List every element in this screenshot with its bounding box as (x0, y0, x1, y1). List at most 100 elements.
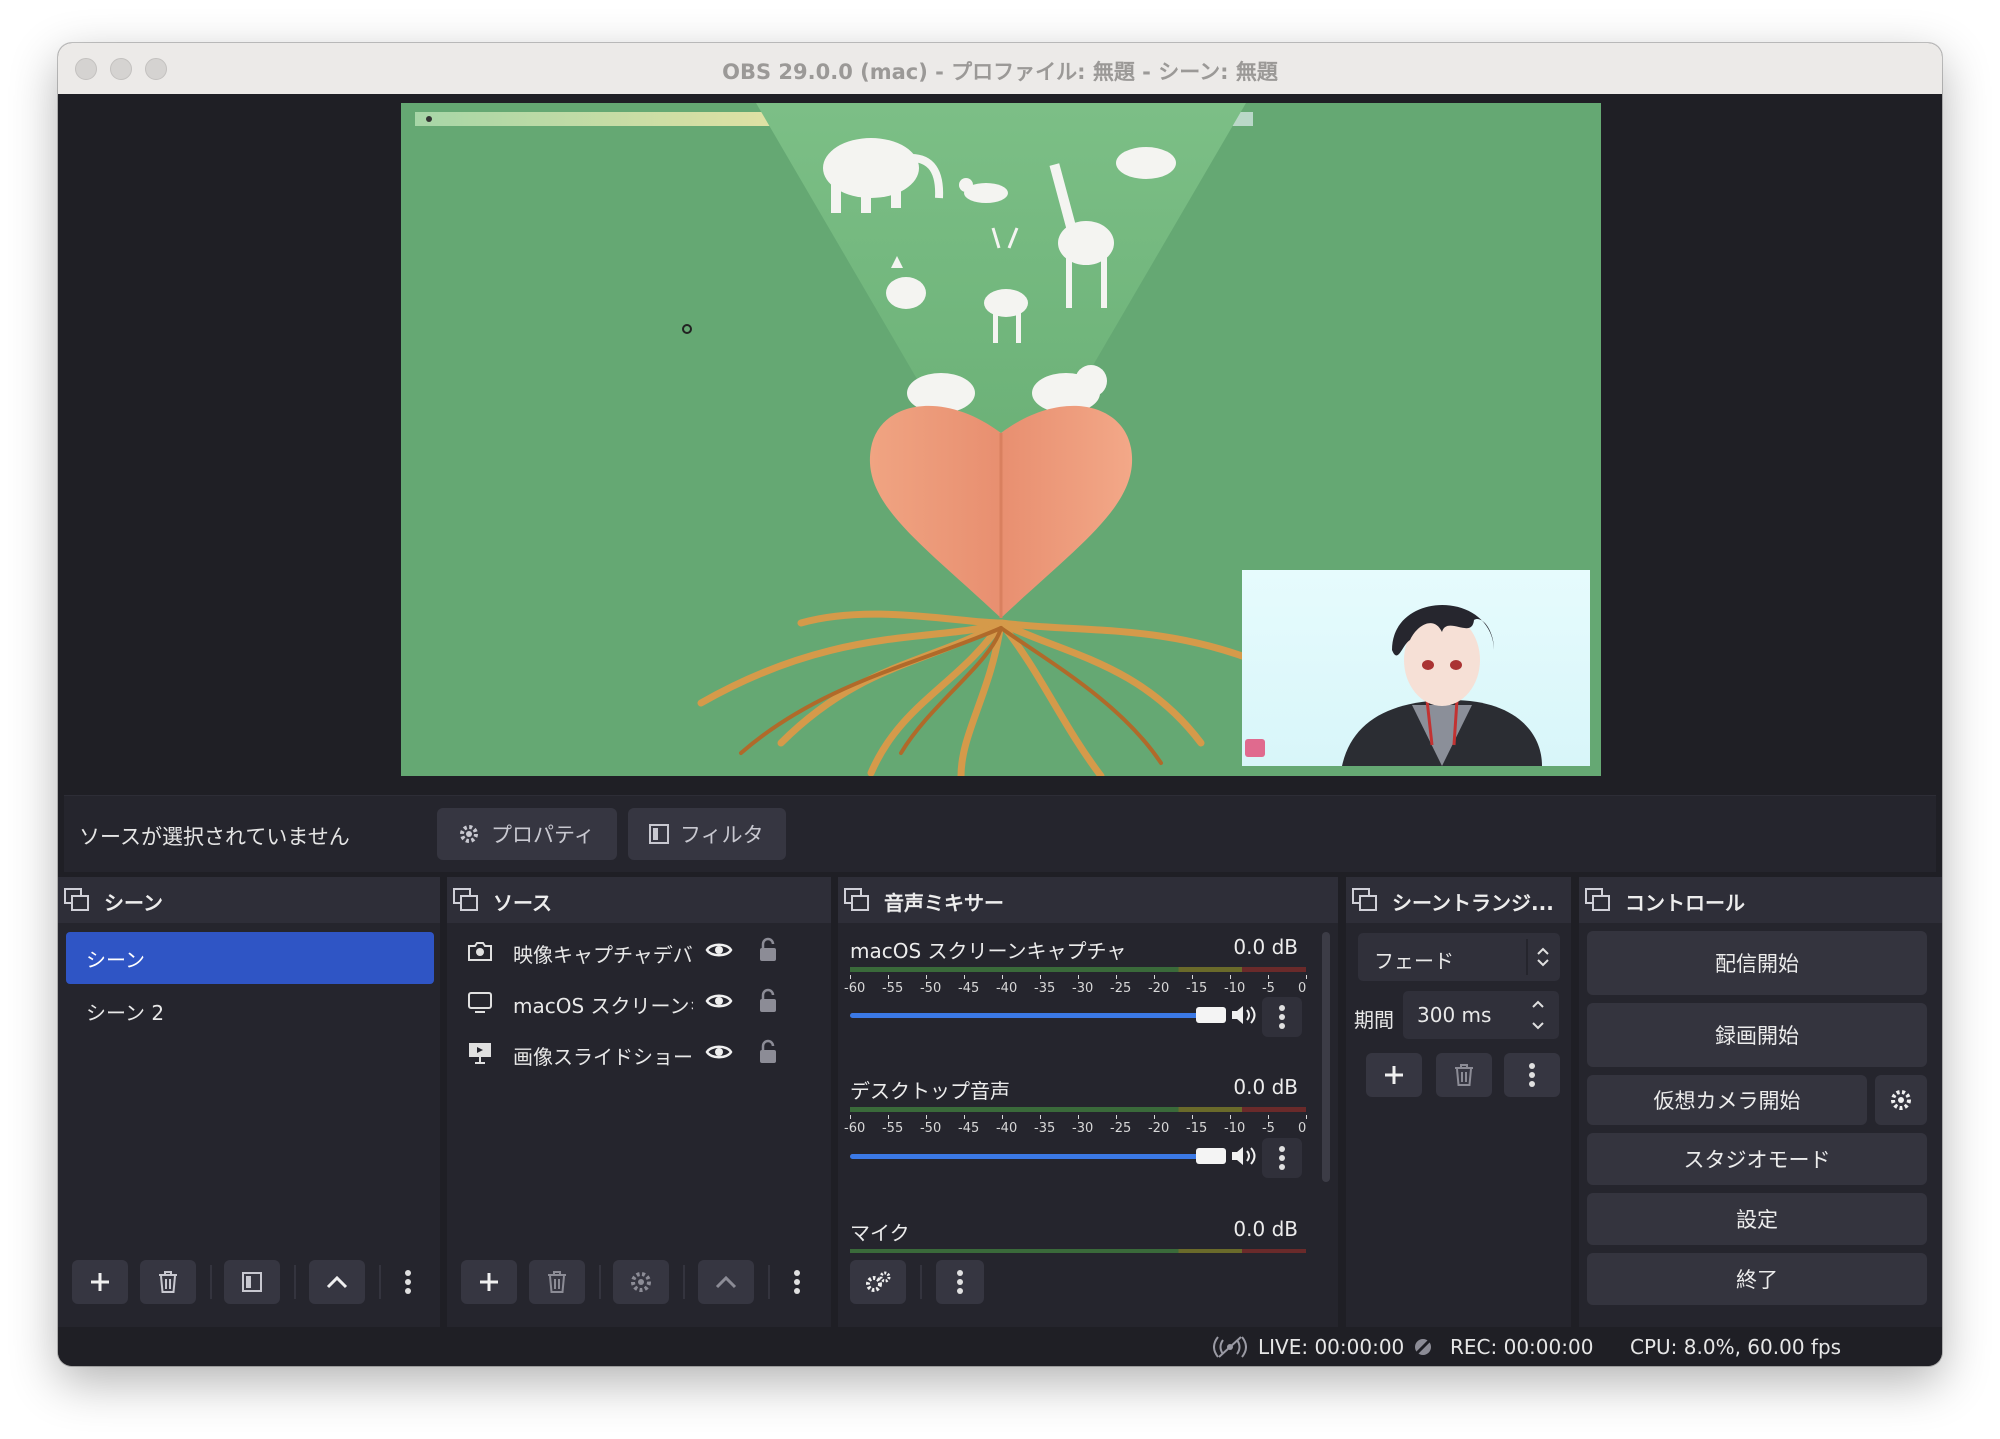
source-item[interactable]: 映像キャプチャデバイス (447, 927, 817, 977)
dock-float-icon[interactable] (453, 888, 479, 912)
remove-scene-button[interactable] (140, 1260, 196, 1304)
scene-item[interactable]: シーン (66, 932, 434, 984)
meter-tick-mark (964, 1115, 965, 1119)
lock-icon[interactable] (757, 1039, 779, 1065)
sources-dock-header[interactable]: ソース (447, 877, 831, 923)
settings-button[interactable]: 設定 (1587, 1193, 1927, 1245)
visibility-eye-icon[interactable] (705, 1041, 733, 1063)
add-source-button[interactable] (461, 1260, 517, 1304)
start-streaming-button[interactable]: 配信開始 (1587, 931, 1927, 995)
source-item[interactable]: 画像スライドショー (447, 1029, 817, 1079)
meter-tick-label: -60 (844, 1121, 866, 1136)
mixer-channel-menu-button[interactable] (1262, 1138, 1302, 1178)
exit-button[interactable]: 終了 (1587, 1253, 1927, 1305)
meter-tick-label: -25 (1110, 1121, 1132, 1136)
meter-tick-mark (964, 975, 965, 979)
meter-tick-label: -20 (1147, 1121, 1170, 1136)
filters-button[interactable]: フィルタ (628, 808, 786, 860)
meter-tick-mark (1078, 1115, 1079, 1119)
scene-label: シーン 2 (86, 1000, 165, 1025)
source-more-button[interactable] (782, 1260, 812, 1304)
meter-tick-mark (850, 1115, 851, 1119)
mixer-channel-name: デスクトップ音声 (850, 1079, 1010, 1103)
spin-arrows-icon[interactable] (1531, 997, 1545, 1033)
start-virtual-camera-button[interactable]: 仮想カメラ開始 (1587, 1075, 1867, 1125)
transitions-dock-header[interactable]: シーントランジ... (1346, 877, 1571, 923)
meter-tick-label: -5 (1261, 981, 1275, 996)
mixer-channel-name: macOS スクリーンキャプチャ (850, 939, 1127, 963)
mixer-channel-menu-button[interactable] (1262, 997, 1302, 1037)
scene-more-button[interactable] (393, 1260, 423, 1304)
studio-mode-button[interactable]: スタジオモード (1587, 1133, 1927, 1185)
meter-tick-label: -35 (1034, 1121, 1056, 1136)
add-transition-button[interactable] (1366, 1053, 1422, 1097)
trash-icon (159, 1271, 177, 1293)
kebab-menu-icon (794, 1270, 800, 1294)
kebab-menu-icon (1279, 1005, 1285, 1029)
add-scene-button[interactable] (72, 1260, 128, 1304)
volume-slider[interactable] (850, 1154, 1202, 1159)
advanced-audio-properties-button[interactable] (850, 1260, 906, 1304)
remove-transition-button[interactable] (1436, 1053, 1492, 1097)
preview-canvas[interactable] (401, 103, 1601, 776)
duration-value: 300 ms (1417, 1003, 1492, 1027)
dock-float-icon[interactable] (844, 888, 870, 912)
dock-float-icon[interactable] (64, 888, 90, 912)
lock-icon[interactable] (757, 937, 779, 963)
duration-spinbox[interactable]: 300 ms (1403, 991, 1559, 1039)
obs-window: OBS 29.0.0 (mac) - プロファイル: 無題 - シーン: 無題 (58, 43, 1942, 1366)
scenes-dock-header[interactable]: シーン (58, 877, 440, 923)
source-label: macOS スクリーンキャプチャ (513, 994, 693, 1018)
mixer-more-button[interactable] (936, 1260, 984, 1304)
dock-float-icon[interactable] (1352, 888, 1378, 912)
plus-icon (91, 1273, 109, 1291)
scene-filters-button[interactable] (224, 1260, 280, 1304)
photo-badge-icon (1245, 739, 1265, 757)
gears-icon (866, 1271, 891, 1292)
dock-float-icon[interactable] (1585, 888, 1611, 912)
live-broadcast-icon (1213, 1336, 1247, 1358)
controls-dock-header[interactable]: コントロール (1579, 877, 1942, 923)
divider (920, 1265, 922, 1299)
meter-tick-mark (887, 1115, 889, 1119)
kebab-menu-icon (1529, 1063, 1535, 1087)
meter-tick-label: -5 (1261, 1121, 1275, 1136)
move-scene-up-button[interactable] (309, 1260, 365, 1304)
meter-tick-label: -40 (995, 981, 1018, 996)
source-item[interactable]: macOS スクリーンキャプチャ (447, 978, 817, 1028)
meter-tick-label: -15 (1186, 1121, 1208, 1136)
volume-meter (850, 1249, 1306, 1253)
volume-slider-handle[interactable] (1196, 1007, 1226, 1023)
divider (294, 1265, 296, 1299)
transition-more-button[interactable] (1504, 1053, 1560, 1097)
mixer-channel-db: 0.0 dB (1233, 1217, 1298, 1241)
source-properties-button[interactable] (613, 1260, 669, 1304)
meter-tick-label: -10 (1224, 1121, 1246, 1136)
visibility-eye-icon[interactable] (705, 939, 733, 961)
meter-tick-label: -50 (919, 981, 942, 996)
gear-icon (1891, 1090, 1911, 1110)
divider (683, 1265, 685, 1299)
virtual-camera-settings-button[interactable] (1875, 1075, 1927, 1125)
lock-icon[interactable] (757, 988, 779, 1014)
move-source-up-button[interactable] (698, 1260, 754, 1304)
sources-title: ソース (493, 891, 552, 915)
start-recording-button[interactable]: 録画開始 (1587, 1003, 1927, 1067)
meter-tick-label: -25 (1110, 981, 1132, 996)
filters-label: フィルタ (680, 823, 764, 847)
remove-source-button[interactable] (529, 1260, 585, 1304)
speaker-icon[interactable] (1230, 1144, 1260, 1168)
meter-tick-mark (1230, 1115, 1231, 1119)
properties-button[interactable]: プロパティ (437, 808, 617, 860)
volume-slider-handle[interactable] (1196, 1148, 1226, 1164)
volume-slider[interactable] (850, 1013, 1202, 1018)
mixer-dock-header[interactable]: 音声ミキサー (838, 877, 1338, 923)
divider (379, 1265, 381, 1299)
mixer-scrollbar[interactable] (1322, 932, 1330, 1182)
transition-select[interactable]: フェード (1358, 933, 1560, 981)
scene-item[interactable]: シーン 2 (66, 985, 434, 1037)
camera-icon (468, 942, 492, 961)
mixer-title: 音声ミキサー (884, 891, 1004, 915)
speaker-icon[interactable] (1230, 1003, 1260, 1027)
visibility-eye-icon[interactable] (705, 990, 733, 1012)
